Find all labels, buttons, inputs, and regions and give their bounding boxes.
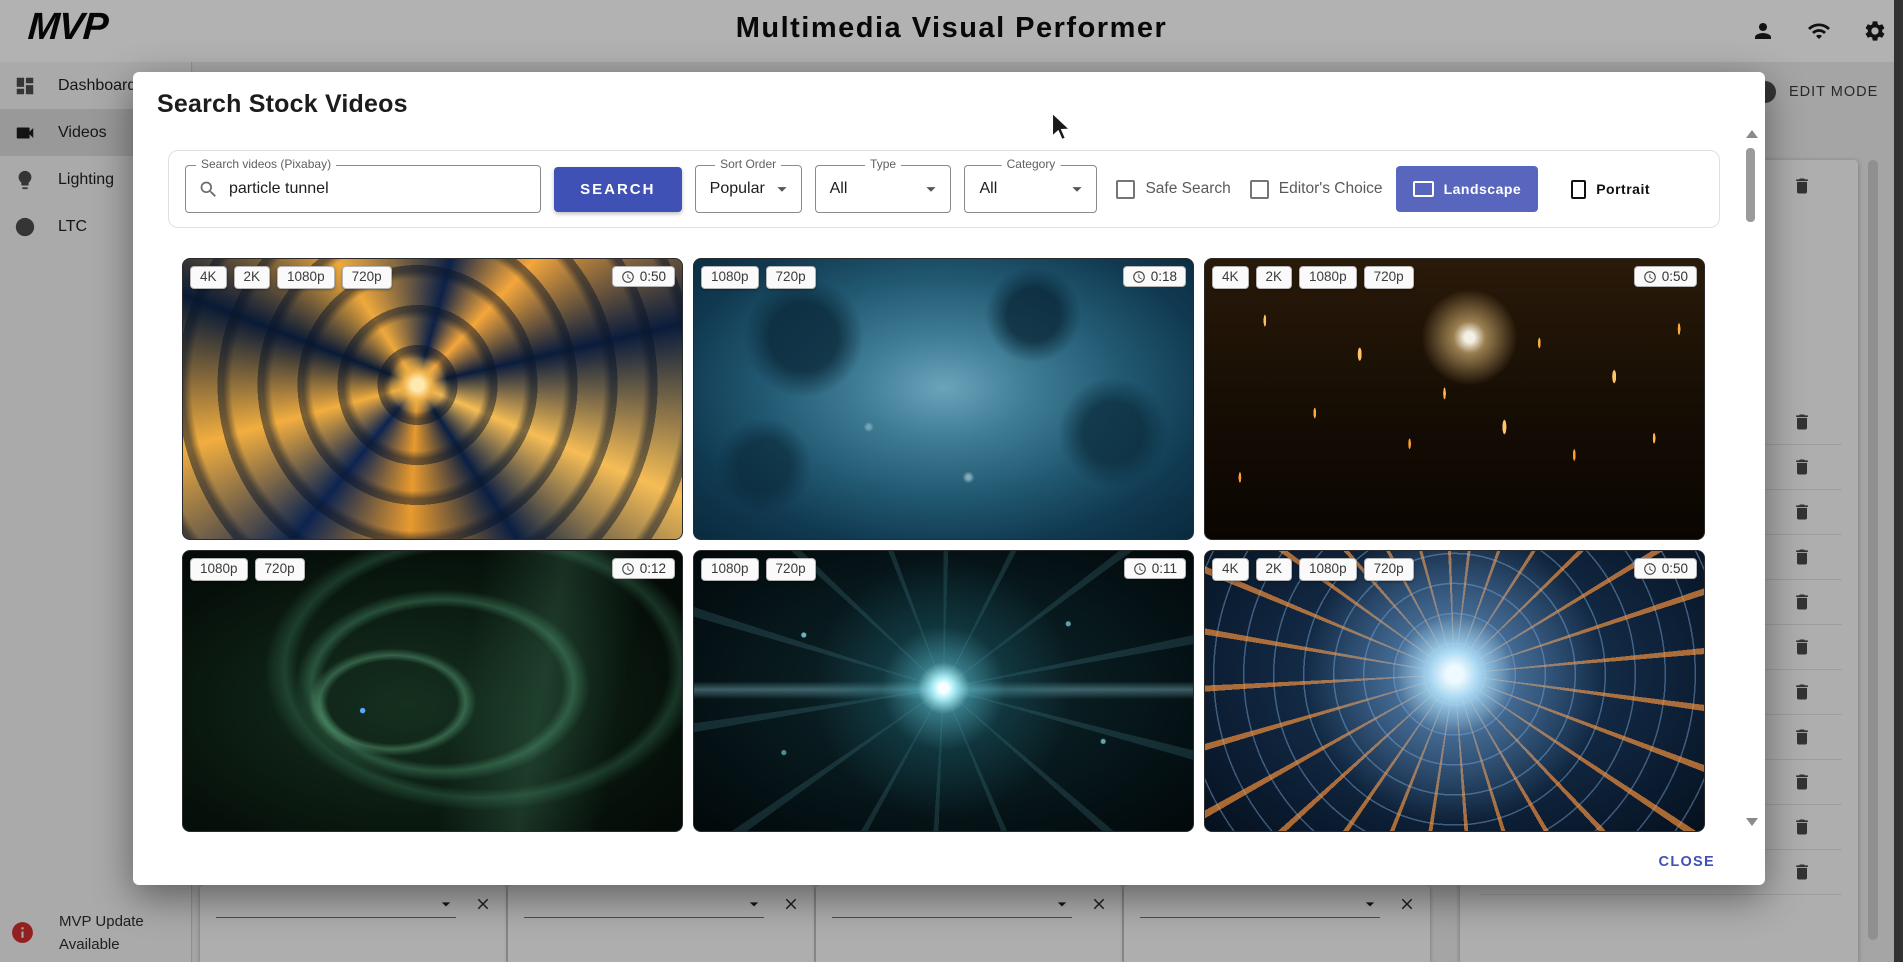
resolution-badge: 1080p bbox=[701, 558, 759, 581]
duration-badge: 0:12 bbox=[612, 558, 675, 579]
landscape-button[interactable]: Landscape bbox=[1396, 166, 1539, 212]
duration-badge: 0:11 bbox=[1124, 558, 1186, 579]
duration-badge: 0:50 bbox=[1634, 266, 1697, 287]
clock-icon bbox=[621, 270, 635, 284]
resolution-badge: 720p bbox=[1364, 266, 1414, 289]
results-grid: 4K 2K 1080p 720p 0:50 1080p 720p 0:18 4K 2K 10… bbox=[182, 258, 1705, 832]
resolution-badge: 720p bbox=[255, 558, 305, 581]
search-button[interactable]: SEARCH bbox=[554, 167, 682, 212]
resolution-badge: 2K bbox=[1256, 558, 1293, 581]
resolution-badge: 1080p bbox=[190, 558, 248, 581]
dialog-title: Search Stock Videos bbox=[157, 90, 408, 119]
video-result-card[interactable]: 1080p 720p 0:11 bbox=[693, 550, 1194, 832]
type-select[interactable]: Type All bbox=[815, 165, 952, 213]
mouse-cursor bbox=[1048, 112, 1074, 142]
portrait-button[interactable]: Portrait bbox=[1554, 166, 1667, 212]
duration-text: 0:50 bbox=[1662, 269, 1688, 284]
duration-text: 0:18 bbox=[1151, 269, 1177, 284]
search-field: Search videos (Pixabay) bbox=[185, 165, 541, 213]
resolution-badges: 4K 2K 1080p 720p bbox=[190, 266, 392, 289]
orientation-toggle-group: Landscape Portrait bbox=[1396, 166, 1667, 212]
scroll-down-arrow[interactable] bbox=[1746, 818, 1758, 826]
resolution-badge: 4K bbox=[1212, 266, 1249, 289]
resolution-badge: 1080p bbox=[1299, 558, 1357, 581]
duration-text: 0:12 bbox=[640, 561, 666, 576]
resolution-badges: 1080p 720p bbox=[701, 266, 816, 289]
video-result-card[interactable]: 4K 2K 1080p 720p 0:50 bbox=[1204, 258, 1705, 540]
editors-choice-checkbox[interactable]: Editor's Choice bbox=[1250, 180, 1383, 199]
resolution-badge: 720p bbox=[766, 558, 816, 581]
checkbox-icon bbox=[1250, 180, 1269, 199]
resolution-badge: 1080p bbox=[701, 266, 759, 289]
resolution-badge: 1080p bbox=[1299, 266, 1357, 289]
search-input[interactable] bbox=[227, 179, 528, 199]
resolution-badge: 720p bbox=[342, 266, 392, 289]
resolution-badges: 1080p 720p bbox=[190, 558, 305, 581]
clock-icon bbox=[1643, 562, 1657, 576]
clock-icon bbox=[1132, 270, 1146, 284]
duration-text: 0:11 bbox=[1152, 561, 1177, 576]
search-field-label: Search videos (Pixabay) bbox=[196, 157, 336, 171]
checkbox-icon bbox=[1116, 180, 1135, 199]
video-result-card[interactable]: 1080p 720p 0:18 bbox=[693, 258, 1194, 540]
resolution-badge: 1080p bbox=[277, 266, 335, 289]
resolution-badges: 1080p 720p bbox=[701, 558, 816, 581]
chevron-down-icon bbox=[920, 178, 942, 200]
clock-icon bbox=[1643, 270, 1657, 284]
search-stock-videos-dialog: Search Stock Videos Search videos (Pixab… bbox=[133, 72, 1765, 885]
clock-icon bbox=[1133, 562, 1147, 576]
duration-badge: 0:18 bbox=[1123, 266, 1186, 287]
landscape-icon bbox=[1413, 181, 1434, 197]
resolution-badges: 4K 2K 1080p 720p bbox=[1212, 266, 1414, 289]
resolution-badge: 720p bbox=[766, 266, 816, 289]
search-filter-bar: Search videos (Pixabay) SEARCH Sort Orde… bbox=[168, 150, 1720, 228]
resolution-badge: 720p bbox=[1364, 558, 1414, 581]
category-select[interactable]: Category All bbox=[964, 165, 1097, 213]
resolution-badges: 4K 2K 1080p 720p bbox=[1212, 558, 1414, 581]
safe-search-checkbox[interactable]: Safe Search bbox=[1116, 180, 1230, 199]
duration-badge: 0:50 bbox=[1634, 558, 1697, 579]
chevron-down-icon bbox=[1066, 178, 1088, 200]
video-result-card[interactable]: 4K 2K 1080p 720p 0:50 bbox=[1204, 550, 1705, 832]
search-icon bbox=[198, 179, 219, 200]
resolution-badge: 2K bbox=[234, 266, 271, 289]
scroll-up-arrow[interactable] bbox=[1746, 130, 1758, 138]
close-button[interactable]: CLOSE bbox=[1653, 853, 1721, 871]
modal-scrollbar-thumb[interactable] bbox=[1746, 148, 1755, 222]
video-result-card[interactable]: 1080p 720p 0:12 bbox=[182, 550, 683, 832]
duration-text: 0:50 bbox=[640, 269, 666, 284]
duration-badge: 0:50 bbox=[612, 266, 675, 287]
clock-icon bbox=[621, 562, 635, 576]
video-result-card[interactable]: 4K 2K 1080p 720p 0:50 bbox=[182, 258, 683, 540]
chevron-down-icon bbox=[771, 178, 793, 200]
resolution-badge: 2K bbox=[1256, 266, 1293, 289]
portrait-icon bbox=[1571, 180, 1586, 199]
resolution-badge: 4K bbox=[1212, 558, 1249, 581]
duration-text: 0:50 bbox=[1662, 561, 1688, 576]
sort-order-select[interactable]: Sort Order Popular bbox=[695, 165, 802, 213]
resolution-badge: 4K bbox=[190, 266, 227, 289]
